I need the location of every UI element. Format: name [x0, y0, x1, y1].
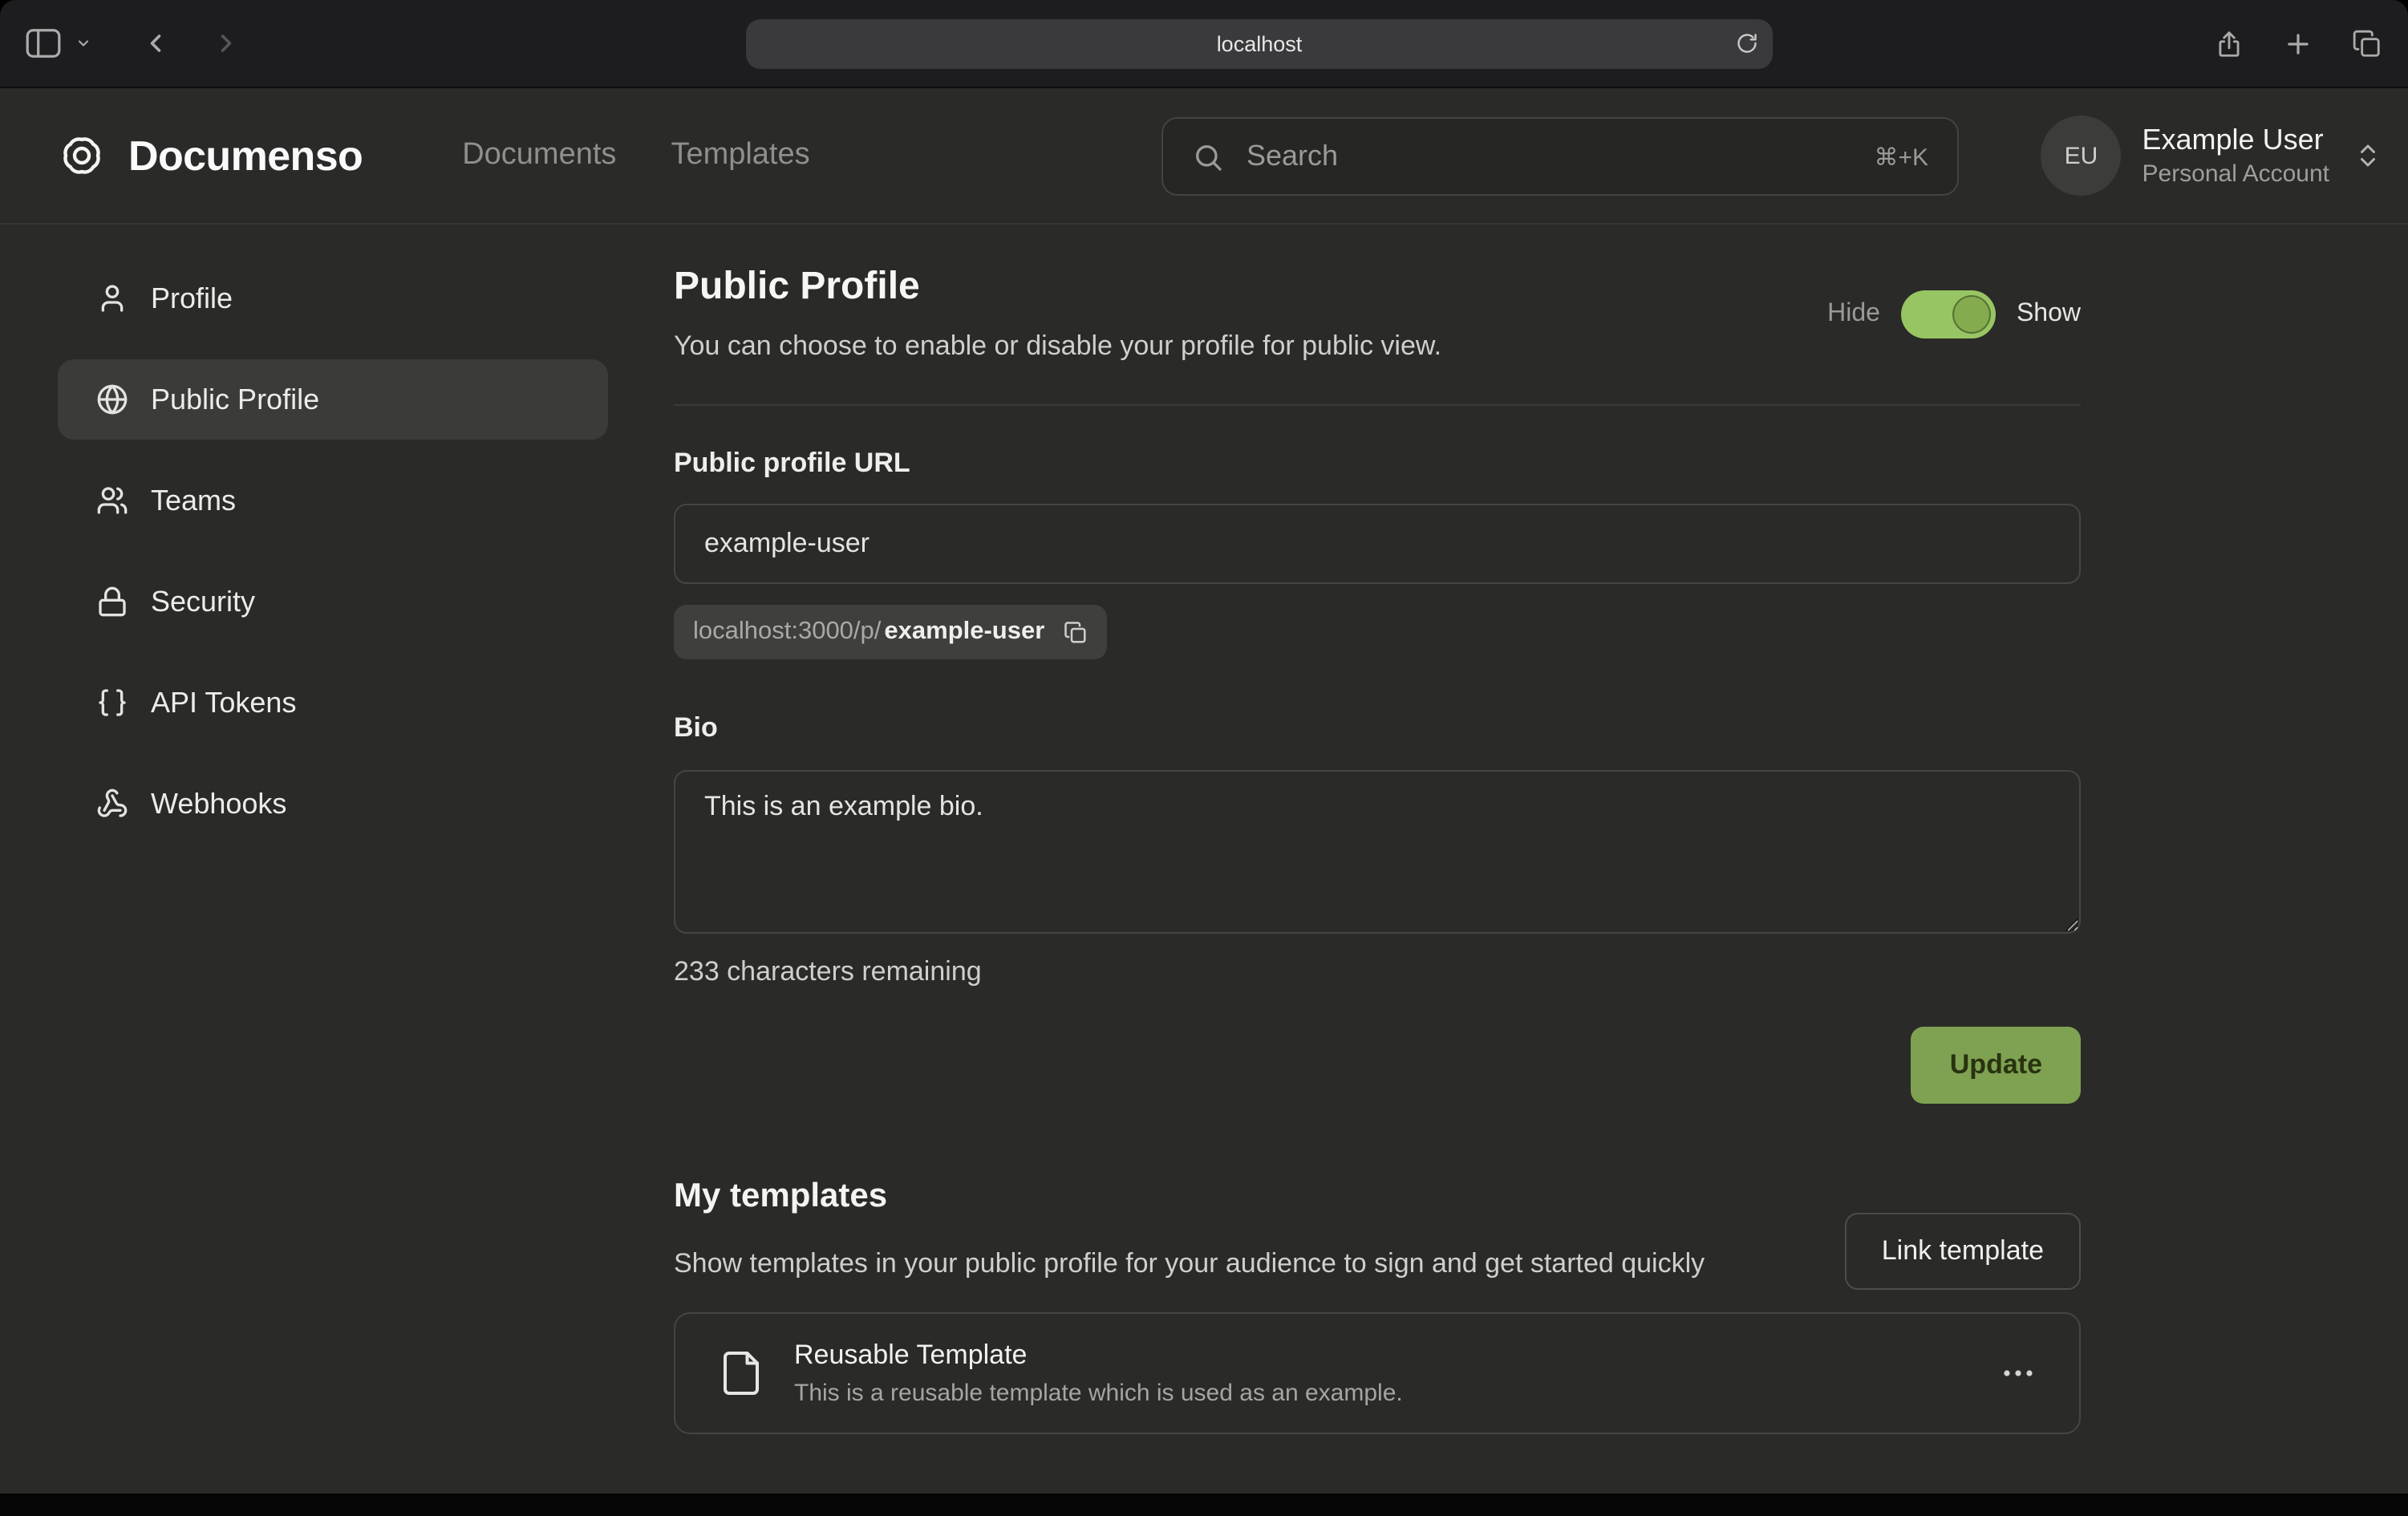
search-input[interactable]: [1243, 138, 1855, 175]
public-profile-settings: Public Profile You can choose to enable …: [674, 225, 2081, 1434]
characters-remaining: 233 characters remaining: [674, 956, 2081, 988]
sidebar-item-teams[interactable]: Teams: [58, 460, 608, 541]
sidebar-item-api-tokens[interactable]: API Tokens: [58, 663, 608, 743]
brand-name: Documenso: [128, 131, 363, 180]
tab-overview-icon[interactable]: [2352, 28, 2382, 59]
profile-visibility-toggle[interactable]: [1901, 290, 1996, 338]
documenso-logo-icon: [58, 132, 106, 180]
toggle-knob: [1952, 295, 1991, 334]
sidebar-item-public-profile[interactable]: Public Profile: [58, 359, 608, 440]
user-meta: Example User Personal Account: [2142, 122, 2330, 189]
update-button[interactable]: Update: [1911, 1027, 2081, 1104]
nav-documents[interactable]: Documents: [462, 138, 616, 173]
forward-icon[interactable]: [212, 29, 241, 58]
bio-label: Bio: [674, 712, 2081, 744]
profile-url-preview: localhost:3000/p/ example-user: [674, 605, 1107, 659]
search-icon: [1192, 140, 1224, 172]
search-bar[interactable]: ⌘+K: [1161, 117, 1959, 196]
lock-icon: [96, 586, 128, 618]
sidebar-item-webhooks[interactable]: Webhooks: [58, 764, 608, 844]
sidebar-item-label: Public Profile: [151, 383, 319, 416]
main-nav: Documents Templates: [462, 138, 809, 173]
window-bottom-strip: [0, 1494, 2408, 1516]
my-templates-description: Show templates in your public profile fo…: [674, 1242, 1781, 1285]
back-icon[interactable]: [141, 29, 170, 58]
sidebar-item-label: Security: [151, 585, 255, 618]
sidebar-item-label: Webhooks: [151, 787, 286, 821]
public-profile-url-label: Public profile URL: [674, 448, 2081, 480]
settings-sidebar: Profile Public Profile Teams Security AP…: [58, 258, 608, 844]
reload-icon[interactable]: [1736, 32, 1758, 55]
webhook-icon: [96, 788, 128, 820]
sidebar-toggle-icon[interactable]: [26, 29, 61, 58]
sidebar-item-profile[interactable]: Profile: [58, 258, 608, 338]
nav-templates[interactable]: Templates: [671, 138, 809, 173]
avatar-initials: EU: [2065, 142, 2098, 169]
file-icon: [717, 1349, 765, 1397]
template-description: This is a reusable template which is use…: [794, 1377, 1403, 1409]
app-header: Documenso Documents Templates ⌘+K EU Exa…: [0, 88, 2408, 225]
address-bar-text: localhost: [1217, 32, 1303, 56]
new-tab-icon[interactable]: [2283, 28, 2313, 59]
braces-icon: [96, 687, 128, 719]
ellipsis-menu-icon[interactable]: [1999, 1354, 2037, 1392]
user-account-type: Personal Account: [2142, 159, 2330, 189]
avatar: EU: [2041, 116, 2122, 196]
visibility-toggle-group: Hide Show: [1827, 290, 2081, 338]
browser-window: localhost Documenso Documents: [0, 0, 2408, 1516]
chevrons-up-down-icon: [2353, 141, 2382, 170]
hide-label: Hide: [1827, 300, 1880, 329]
user-icon: [96, 282, 128, 314]
sidebar-item-label: Profile: [151, 282, 233, 315]
sidebar-item-security[interactable]: Security: [58, 561, 608, 642]
browser-toolbar: localhost: [0, 0, 2408, 88]
address-bar[interactable]: localhost: [746, 19, 1773, 69]
share-icon[interactable]: [2214, 28, 2244, 59]
template-card[interactable]: Reusable Template This is a reusable tem…: [674, 1312, 2081, 1434]
user-name: Example User: [2142, 122, 2330, 159]
template-title: Reusable Template: [794, 1337, 1403, 1372]
globe-icon: [96, 383, 128, 415]
section-divider: [674, 404, 2081, 406]
my-templates-title: My templates: [674, 1178, 2081, 1216]
profile-url-slug: example-user: [884, 618, 1044, 647]
show-label: Show: [2017, 300, 2081, 329]
brand[interactable]: Documenso: [58, 131, 363, 180]
copy-icon[interactable]: [1064, 620, 1088, 644]
sidebar-item-label: Teams: [151, 484, 236, 517]
public-profile-url-input[interactable]: [674, 504, 2081, 584]
sidebar-item-label: API Tokens: [151, 686, 296, 719]
profile-url-prefix: localhost:3000/p/: [693, 618, 881, 647]
chevron-down-icon[interactable]: [75, 35, 91, 51]
link-template-button[interactable]: Link template: [1845, 1213, 2081, 1290]
search-shortcut: ⌘+K: [1874, 142, 1928, 171]
template-card-text: Reusable Template This is a reusable tem…: [794, 1337, 1403, 1409]
bio-textarea[interactable]: This is an example bio.: [674, 770, 2081, 934]
users-icon: [96, 484, 128, 517]
user-menu[interactable]: EU Example User Personal Account: [2041, 116, 2408, 196]
